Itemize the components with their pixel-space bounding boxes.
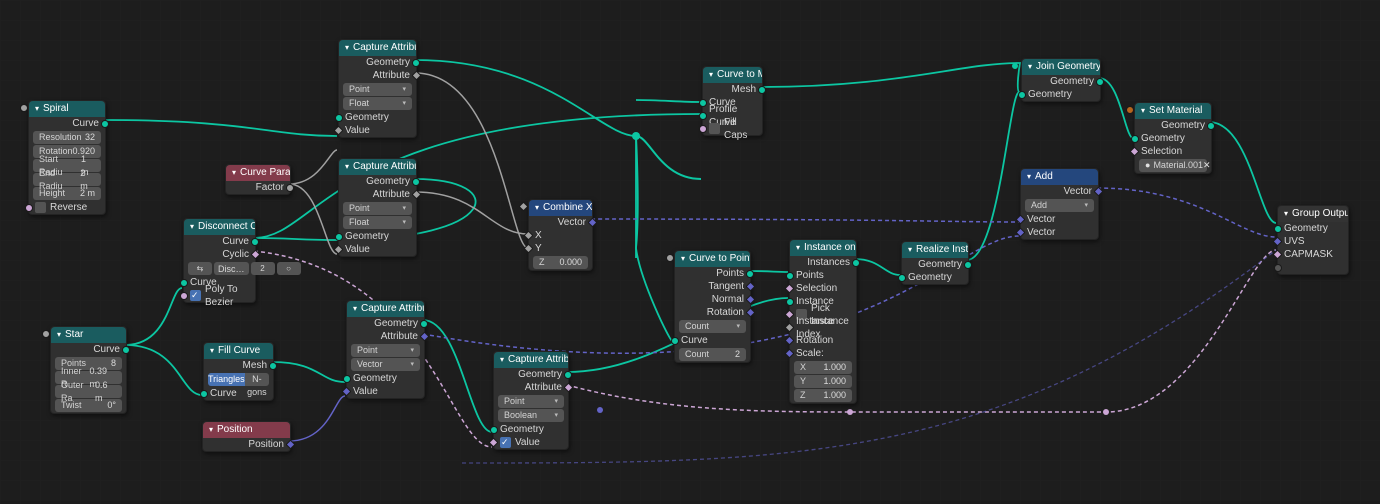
scale-x[interactable]: X1.000: [794, 361, 852, 374]
node-capture-attribute-1[interactable]: Capture Attribute Geometry Attribute Poi…: [338, 39, 417, 138]
node-instance-on-points[interactable]: Instance on Points Instances Points Sele…: [789, 239, 857, 404]
node-curve-to-points[interactable]: Curve to Points Points Tangent Normal Ro…: [674, 250, 751, 363]
scale-y[interactable]: Y1.000: [794, 375, 852, 388]
operation-select[interactable]: Add▾: [1025, 199, 1094, 212]
datatype-select[interactable]: Boolean▾: [498, 409, 564, 422]
domain-select[interactable]: Point▾: [351, 344, 420, 357]
node-join-geometry[interactable]: Join Geometry Geometry Geometry: [1021, 58, 1101, 102]
node-header[interactable]: Curve Parameter: [226, 165, 290, 181]
node-spiral[interactable]: Spiral Curve Resolution32 Rotation0.920 …: [28, 100, 106, 215]
node-fill-curve[interactable]: Fill Curve Mesh Triangles N-gons Curve: [203, 342, 274, 401]
node-header[interactable]: Spiral: [29, 101, 105, 117]
outer-r-field[interactable]: Outer Ra0.6 m: [55, 385, 122, 398]
reverse-checkbox[interactable]: [35, 202, 46, 213]
node-header[interactable]: Fill Curve: [204, 343, 273, 359]
fill-mode-toggle[interactable]: Triangles N-gons: [208, 373, 269, 386]
node-header[interactable]: Capture Attribute: [339, 40, 416, 56]
node-set-material[interactable]: Set Material Geometry Geometry Selection…: [1134, 102, 1212, 174]
domain-select[interactable]: Point▾: [343, 83, 412, 96]
node-header[interactable]: Group Output: [1278, 206, 1348, 222]
node-capture-attribute-3[interactable]: Capture Attribute Geometry Attribute Poi…: [346, 300, 425, 399]
node-header[interactable]: Disconnect Cycl: [184, 219, 255, 235]
node-combine-xyz[interactable]: Combine XYZ Vector X Y Z0.000: [528, 199, 593, 271]
datatype-select[interactable]: Vector▾: [351, 358, 420, 371]
end-radius-field[interactable]: End Radiu2 m: [33, 173, 101, 186]
node-group-output[interactable]: Group Output Geometry UVS CAPMASK: [1277, 205, 1349, 275]
node-position[interactable]: Position Position: [202, 421, 291, 452]
resolution-field[interactable]: Resolution32: [33, 131, 101, 144]
node-header[interactable]: Curve to Mesh: [703, 67, 762, 83]
node-curve-to-mesh[interactable]: Curve to Mesh Mesh Curve Profile Curve F…: [702, 66, 763, 136]
node-header[interactable]: Combine XYZ: [529, 200, 592, 216]
node-header[interactable]: Realize Instances: [902, 242, 968, 258]
node-header[interactable]: Add: [1021, 169, 1098, 185]
node-vector-math-add[interactable]: Add Vector Add▾ Vector Vector: [1020, 168, 1099, 240]
ui-row[interactable]: ⇆ Disc… 2 ○: [188, 262, 251, 275]
count-field[interactable]: Count2: [679, 348, 746, 361]
mode-select[interactable]: Count▾: [679, 320, 746, 333]
material-select[interactable]: ●Material.001✕: [1139, 159, 1207, 172]
node-header[interactable]: Instance on Points: [790, 240, 856, 256]
node-disconnect-cyclic[interactable]: Disconnect Cycl Curve Cyclic ⇆ Disc… 2 ○…: [183, 218, 256, 303]
domain-select[interactable]: Point▾: [498, 395, 564, 408]
poly-to-bezier-check[interactable]: [190, 290, 201, 301]
node-header[interactable]: Curve to Points: [675, 251, 750, 267]
node-capture-attribute-2[interactable]: Capture Attribute Geometry Attribute Poi…: [338, 158, 417, 257]
socket-label: Curve: [72, 117, 99, 130]
node-capture-attribute-4[interactable]: Capture Attribute Geometry Attribute Poi…: [493, 351, 569, 450]
node-curve-parameter[interactable]: Curve Parameter Factor: [225, 164, 291, 195]
node-header[interactable]: Capture Attribute: [347, 301, 424, 317]
domain-select[interactable]: Point▾: [343, 202, 412, 215]
node-star[interactable]: Star Curve Points8 Inner R0.39 m Outer R…: [50, 326, 127, 414]
node-realize-instances[interactable]: Realize Instances Geometry Geometry: [901, 241, 969, 285]
node-header[interactable]: Set Material: [1135, 103, 1211, 119]
value-checkbox[interactable]: [500, 437, 511, 448]
z-field[interactable]: Z0.000: [533, 256, 588, 269]
node-header[interactable]: Capture Attribute: [339, 159, 416, 175]
datatype-select[interactable]: Float▾: [343, 216, 412, 229]
node-header[interactable]: Position: [203, 422, 290, 438]
node-header[interactable]: Star: [51, 327, 126, 343]
node-header[interactable]: Capture Attribute: [494, 352, 568, 368]
datatype-select[interactable]: Float▾: [343, 97, 412, 110]
node-header[interactable]: Join Geometry: [1022, 59, 1100, 75]
fill-caps-check[interactable]: [709, 123, 720, 134]
scale-z[interactable]: Z1.000: [794, 389, 852, 402]
